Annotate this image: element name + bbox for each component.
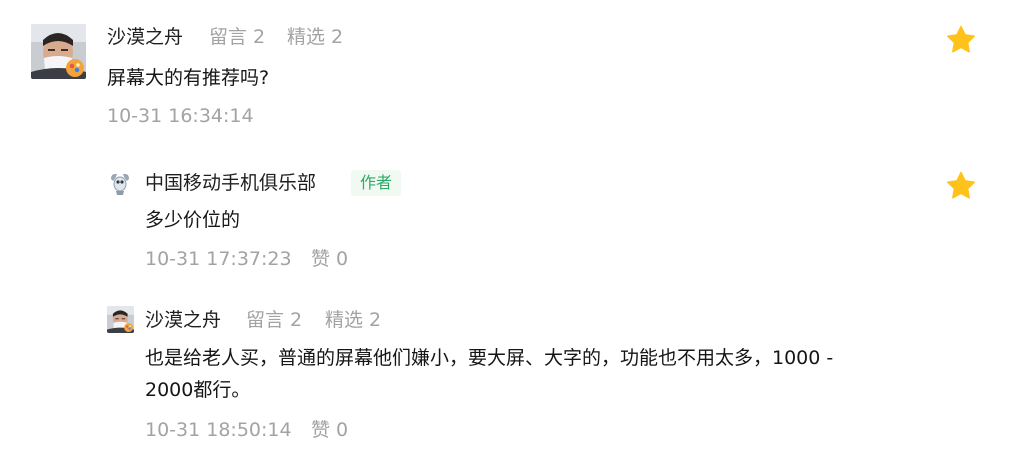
- author-badge: 作者: [351, 170, 402, 196]
- user-photo-avatar-icon: [107, 306, 134, 333]
- reply-username[interactable]: 沙漠之舟: [145, 308, 221, 332]
- reply-username[interactable]: 中国移动手机俱乐部: [145, 171, 316, 195]
- reply-text: 也是给老人买，普通的屏幕他们嫌小，要大屏、大字的，功能也不用太多，1000 - …: [145, 347, 834, 401]
- reply-timestamp: 10-31 18:50:14: [145, 419, 292, 441]
- avatar[interactable]: [107, 306, 134, 333]
- comment-text: 屏幕大的有推荐吗?: [107, 67, 270, 89]
- robot-logo-avatar-icon: [107, 170, 133, 196]
- reply-text: 多少价位的: [145, 209, 241, 231]
- comment-featured-count: 精选 2: [287, 26, 344, 48]
- reply-featured-count: 精选 2: [325, 309, 382, 331]
- star-icon[interactable]: [945, 170, 977, 202]
- avatar[interactable]: [31, 24, 86, 79]
- star-icon[interactable]: [945, 24, 977, 56]
- comment-timestamp: 10-31 16:34:14: [107, 105, 254, 127]
- user-photo-avatar-icon: [31, 24, 86, 79]
- comment-messages-count: 留言 2: [209, 26, 266, 48]
- author-avatar[interactable]: [107, 170, 133, 196]
- reply-timestamp: 10-31 17:37:23: [145, 248, 292, 270]
- like-button[interactable]: 赞 0: [311, 247, 348, 271]
- comment-username[interactable]: 沙漠之舟: [107, 25, 183, 49]
- like-button[interactable]: 赞 0: [311, 418, 348, 442]
- reply-messages-count: 留言 2: [246, 309, 303, 331]
